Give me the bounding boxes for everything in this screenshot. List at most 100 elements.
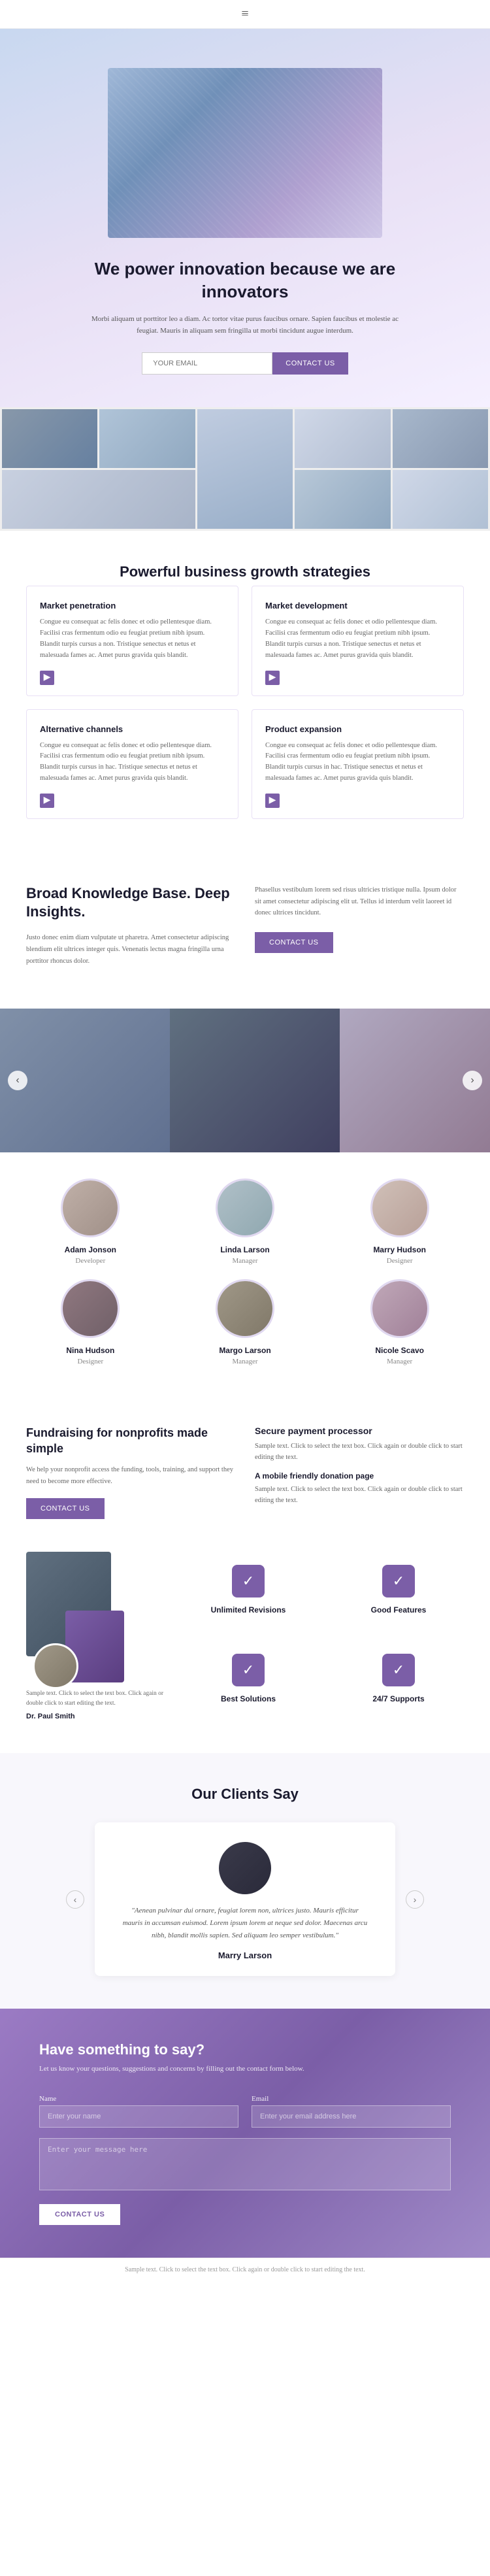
features-grid: ✓ Unlimited Revisions ✓ Good Features ✓ … — [183, 1552, 464, 1716]
fundraising-cta-button[interactable]: CONTACT US — [26, 1498, 105, 1519]
features-section: Sample text. Click to select the text bo… — [0, 1552, 490, 1753]
footer-text: Sample text. Click to select the text bo… — [8, 2266, 482, 2273]
hero-image — [108, 68, 382, 238]
donation-text: Sample text. Click to select the text bo… — [255, 1484, 464, 1507]
check-icon-0: ✓ — [232, 1565, 265, 1597]
team-member-0: Adam Jonson Developer — [20, 1179, 161, 1266]
testimonials-header: Our Clients Say — [26, 1786, 464, 1803]
strategy-card-2: Alternative channels Congue eu consequat… — [26, 709, 238, 819]
cta-section: Have something to say? Let us know your … — [0, 2009, 490, 2258]
strategies-title: Powerful business growth strategies — [26, 563, 464, 580]
testimonial-avatar — [219, 1842, 271, 1894]
knowledge-cta-button[interactable]: CONTACT US — [255, 932, 333, 953]
fundraising-title: Fundraising for nonprofits made simple — [26, 1426, 235, 1456]
email-input[interactable] — [142, 352, 272, 375]
team-section: Adam Jonson Developer Linda Larson Manag… — [0, 1152, 490, 1393]
strategy-arrow-2[interactable]: ▶ — [40, 794, 54, 808]
testimonials-title: Our Clients Say — [26, 1786, 464, 1803]
fundraising-text: We help your nonprofit access the fundin… — [26, 1464, 235, 1488]
team-member-4: Margo Larson Manager — [174, 1279, 316, 1367]
hamburger-icon[interactable]: ≡ — [241, 7, 248, 22]
hero-description: Morbi aliquam ut porttitor leo a diam. A… — [88, 314, 402, 337]
doctor-name: Dr. Paul Smith — [26, 1713, 170, 1720]
hero-form: CONTACT US — [52, 352, 438, 375]
footer: Sample text. Click to select the text bo… — [0, 2258, 490, 2281]
strategy-text-2: Congue eu consequat ac felis donec et od… — [40, 741, 225, 784]
testimonials-prev-button[interactable]: ‹ — [66, 1890, 84, 1909]
feature-item-1: ✓ Good Features — [333, 1552, 464, 1628]
hero-cta-button[interactable]: CONTACT US — [272, 352, 348, 375]
hero-section: We power innovation because we are innov… — [0, 29, 490, 407]
cta-title: Have something to say? — [39, 2041, 451, 2058]
team-role-5: Manager — [387, 1358, 412, 1365]
cta-message-textarea[interactable] — [39, 2138, 451, 2190]
person-thumbnail — [33, 1643, 78, 1689]
avatar-2 — [370, 1179, 429, 1237]
check-icon-3: ✓ — [382, 1654, 415, 1686]
check-icon-1: ✓ — [382, 1565, 415, 1597]
team-member-5: Nicole Scavo Manager — [329, 1279, 470, 1367]
fundraising-left: Fundraising for nonprofits made simple W… — [26, 1426, 235, 1518]
strategy-arrow-3[interactable]: ▶ — [265, 794, 280, 808]
testimonials-next-button[interactable]: › — [406, 1890, 424, 1909]
hero-title: We power innovation because we are innov… — [52, 258, 438, 303]
strategies-section: Powerful business growth strategies Mark… — [0, 531, 490, 851]
team-name-1: Linda Larson — [174, 1245, 316, 1254]
photo-cell-2 — [99, 409, 195, 468]
features-right: ✓ Unlimited Revisions ✓ Good Features ✓ … — [183, 1552, 464, 1716]
strategy-arrow-0[interactable]: ▶ — [40, 671, 54, 685]
strategy-title-2: Alternative channels — [40, 724, 225, 734]
avatar-4 — [216, 1279, 274, 1338]
cta-email-input[interactable] — [252, 2105, 451, 2128]
avatar-3 — [61, 1279, 120, 1338]
cta-form-row: Name Email — [39, 2095, 451, 2128]
team-role-0: Developer — [75, 1257, 105, 1265]
team-role-1: Manager — [232, 1257, 257, 1265]
testimonial-quote: "Aenean pulvinar dui ornare, feugiat lor… — [121, 1905, 369, 1941]
cta-email-field: Email — [252, 2095, 451, 2128]
strategy-title-1: Market development — [265, 601, 450, 611]
strategy-text-0: Congue eu consequat ac felis donec et od… — [40, 617, 225, 661]
photo-grid — [0, 407, 490, 531]
photo-cell-3 — [197, 409, 293, 529]
team-name-0: Adam Jonson — [20, 1245, 161, 1254]
photo-cell-6 — [2, 470, 195, 529]
feature-item-2: ✓ Best Solutions — [183, 1641, 314, 1716]
cta-name-label: Name — [39, 2095, 238, 2103]
team-name-4: Margo Larson — [174, 1346, 316, 1355]
strategies-grid: Market penetration Congue eu consequat a… — [26, 586, 464, 818]
strategy-text-3: Congue eu consequat ac felis donec et od… — [265, 741, 450, 784]
cta-email-label: Email — [252, 2095, 451, 2103]
knowledge-left: Broad Knowledge Base. Deep Insights. Jus… — [26, 884, 235, 977]
cta-submit-button[interactable]: CONTACT US — [39, 2204, 120, 2225]
feature-label-1: Good Features — [340, 1605, 457, 1614]
testimonials-section: Our Clients Say ‹ "Aenean pulvinar dui o… — [0, 1753, 490, 2009]
feature-item-0: ✓ Unlimited Revisions — [183, 1552, 314, 1628]
strategy-title-0: Market penetration — [40, 601, 225, 611]
avatar-1 — [216, 1179, 274, 1237]
testimonials-carousel: ‹ "Aenean pulvinar dui ornare, feugiat l… — [26, 1822, 464, 1976]
avatar-5 — [370, 1279, 429, 1338]
carousel-next-button[interactable]: › — [463, 1071, 482, 1090]
knowledge-right-text: Phasellus vestibulum lorem sed risus ult… — [255, 884, 464, 920]
photo-cell-1 — [2, 409, 97, 468]
team-role-2: Designer — [387, 1257, 413, 1265]
cta-name-field: Name — [39, 2095, 238, 2128]
team-role-3: Designer — [77, 1358, 103, 1365]
strategy-card-3: Product expansion Congue eu consequat ac… — [252, 709, 464, 819]
carousel-section: ‹ › — [0, 1009, 490, 1152]
carousel-prev-button[interactable]: ‹ — [8, 1071, 27, 1090]
strategy-arrow-1[interactable]: ▶ — [265, 671, 280, 685]
team-member-3: Nina Hudson Designer — [20, 1279, 161, 1367]
cta-name-input[interactable] — [39, 2105, 238, 2128]
cta-description: Let us know your questions, suggestions … — [39, 2064, 327, 2075]
knowledge-title: Broad Knowledge Base. Deep Insights. — [26, 884, 235, 922]
cta-message-field — [39, 2138, 451, 2194]
feature-item-3: ✓ 24/7 Supports — [333, 1641, 464, 1716]
strategy-card-0: Market penetration Congue eu consequat a… — [26, 586, 238, 695]
features-left: Sample text. Click to select the text bo… — [26, 1552, 170, 1720]
feature-label-0: Unlimited Revisions — [189, 1605, 307, 1614]
knowledge-section: Broad Knowledge Base. Deep Insights. Jus… — [0, 852, 490, 1009]
team-role-4: Manager — [232, 1358, 257, 1365]
testimonial-name: Marry Larson — [121, 1950, 369, 1960]
